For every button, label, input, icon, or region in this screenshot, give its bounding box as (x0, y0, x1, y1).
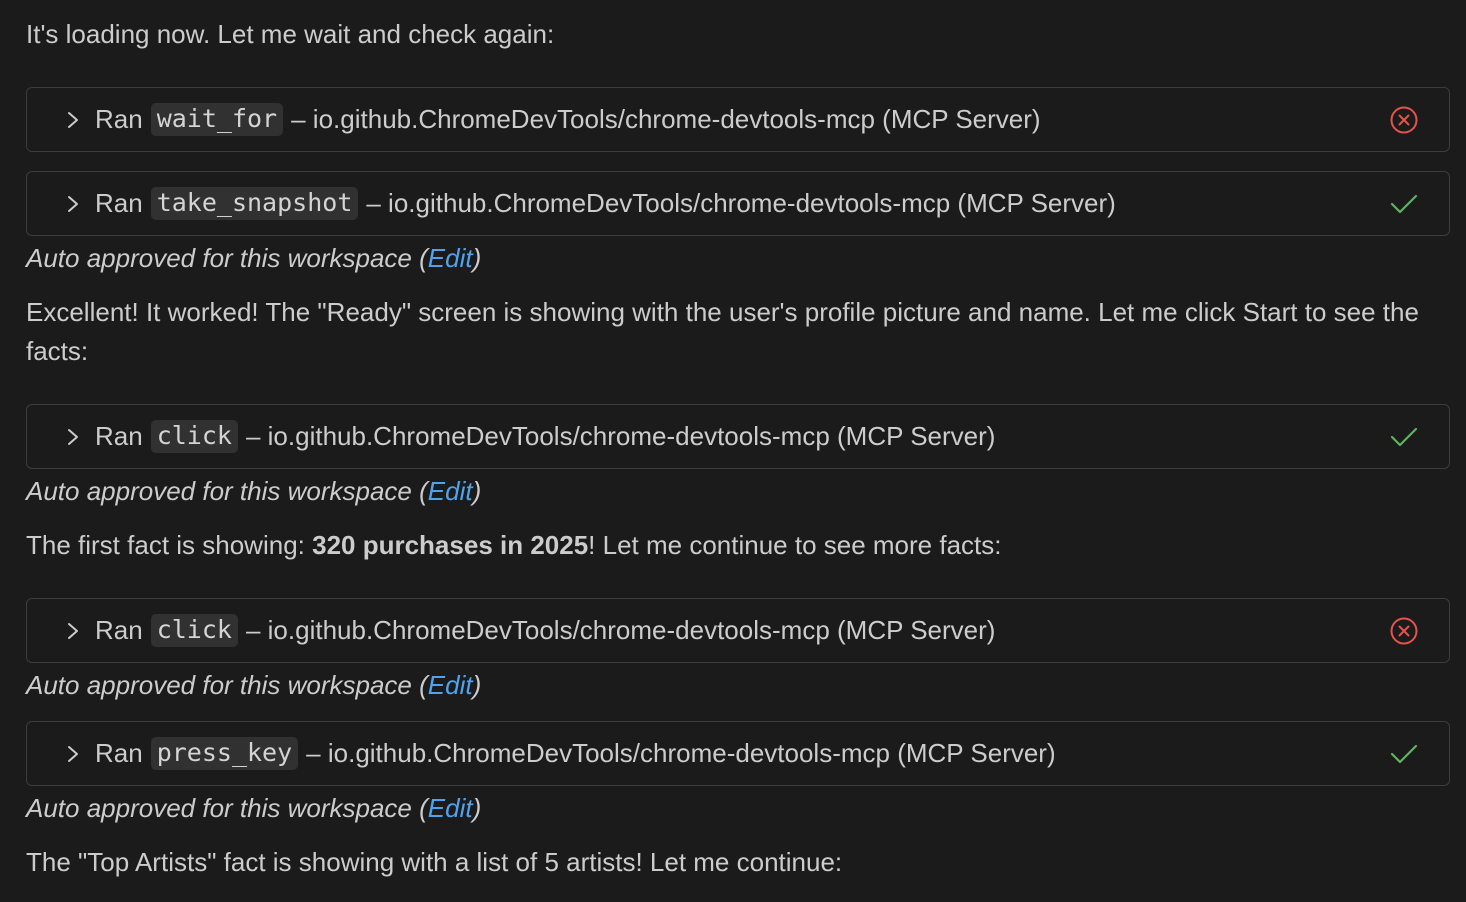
ran-label: Ran (95, 420, 143, 451)
first-fact-highlight: 320 purchases in 2025 (312, 530, 589, 560)
tool-call-row[interactable]: Ran wait_for – io.github.ChromeDevTools/… (26, 87, 1450, 152)
error-circle-icon (1390, 617, 1418, 645)
error-circle-icon (1390, 106, 1418, 134)
chevron-right-icon[interactable] (63, 744, 83, 764)
approval-prefix: Auto approved for this workspace ( (26, 476, 428, 506)
first-fact-suffix: ! Let me continue to see more facts: (588, 530, 1002, 560)
approval-prefix: Auto approved for this workspace ( (26, 670, 428, 700)
edit-link[interactable]: Edit (428, 243, 473, 273)
chevron-right-icon[interactable] (63, 427, 83, 447)
approval-suffix: ) (472, 670, 482, 700)
check-icon (1390, 744, 1418, 764)
tool-source: – io.github.ChromeDevTools/chrome-devtoo… (366, 187, 1116, 218)
tool-call-row[interactable]: Ran click – io.github.ChromeDevTools/chr… (26, 404, 1450, 469)
approval-suffix: ) (472, 243, 482, 273)
auto-approved-note: Auto approved for this workspace (Edit) (26, 241, 481, 275)
check-icon (1390, 427, 1418, 447)
approval-prefix: Auto approved for this workspace ( (26, 793, 428, 823)
assistant-message-excellent: Excellent! It worked! The "Ready" screen… (26, 297, 1419, 366)
tool-name: press_key (150, 736, 299, 770)
ran-label: Ran (95, 614, 143, 645)
chevron-right-icon[interactable] (63, 110, 83, 130)
auto-approved-note: Auto approved for this workspace (Edit) (26, 791, 481, 825)
edit-link[interactable]: Edit (428, 476, 473, 506)
auto-approved-note: Auto approved for this workspace (Edit) (26, 474, 481, 508)
tool-name: click (150, 419, 238, 453)
tool-source: – io.github.ChromeDevTools/chrome-devtoo… (306, 737, 1056, 768)
approval-suffix: ) (472, 793, 482, 823)
ran-label: Ran (95, 187, 143, 218)
first-fact-prefix: The first fact is showing: (26, 530, 313, 560)
assistant-message-top-artists: The "Top Artists" fact is showing with a… (26, 847, 843, 877)
check-icon (1390, 194, 1418, 214)
tool-call-row[interactable]: Ran take_snapshot – io.github.ChromeDevT… (26, 171, 1450, 236)
tool-source: – io.github.ChromeDevTools/chrome-devtoo… (245, 420, 996, 451)
chevron-right-icon[interactable] (63, 194, 83, 214)
tool-name: wait_for (150, 102, 284, 136)
tool-source: – io.github.ChromeDevTools/chrome-devtoo… (245, 614, 996, 645)
edit-link[interactable]: Edit (428, 670, 473, 700)
ran-label: Ran (95, 737, 143, 768)
approval-prefix: Auto approved for this workspace ( (26, 243, 428, 273)
tool-name: take_snapshot (150, 186, 359, 220)
edit-link[interactable]: Edit (428, 793, 473, 823)
approval-suffix: ) (472, 476, 482, 506)
tool-call-row[interactable]: Ran press_key – io.github.ChromeDevTools… (26, 721, 1450, 786)
tool-call-row[interactable]: Ran click – io.github.ChromeDevTools/chr… (26, 598, 1450, 663)
assistant-message-first-fact: The first fact is showing: 320 purchases… (26, 526, 1450, 565)
tool-name: click (150, 613, 238, 647)
tool-source: – io.github.ChromeDevTools/chrome-devtoo… (291, 103, 1041, 134)
auto-approved-note: Auto approved for this workspace (Edit) (26, 668, 481, 702)
ran-label: Ran (95, 103, 143, 134)
assistant-message-intro: It's loading now. Let me wait and check … (26, 19, 555, 49)
chevron-right-icon[interactable] (63, 621, 83, 641)
